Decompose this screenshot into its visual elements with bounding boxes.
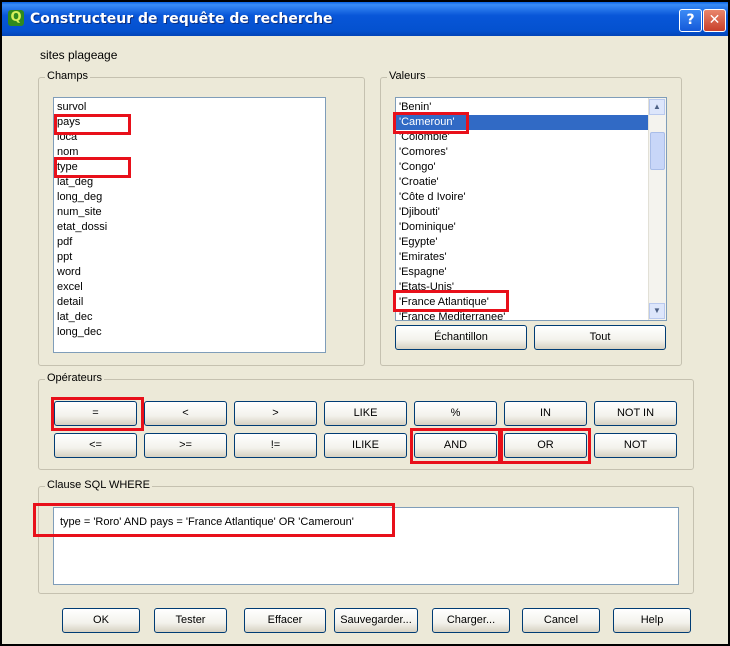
operator-like-button[interactable]: LIKE [324,401,407,426]
operator-equals-button[interactable]: = [54,401,137,426]
operator-less-than-button[interactable]: < [144,401,227,426]
layer-name-label: sites plageage [40,48,118,62]
load-button[interactable]: Charger... [432,608,510,633]
help-button[interactable]: Help [613,608,691,633]
list-item[interactable]: long_deg [54,190,325,205]
operators-legend: Opérateurs [45,372,105,384]
list-item[interactable]: 'France Atlantique' [396,295,649,310]
sql-where-textarea[interactable]: type = 'Roro' AND pays = 'France Atlanti… [53,507,679,585]
ok-button[interactable]: OK [62,608,140,633]
scroll-up-icon[interactable]: ▲ [649,99,665,115]
qgis-app-icon: Q [8,10,24,26]
operator-not-button[interactable]: NOT [594,433,677,458]
list-item[interactable]: nom [54,145,325,160]
operator-less-equal-button[interactable]: <= [54,433,137,458]
test-button[interactable]: Tester [154,608,227,633]
list-item[interactable]: 'Espagne' [396,265,649,280]
list-item[interactable]: detail [54,295,325,310]
list-item[interactable]: 'Egypte' [396,235,649,250]
list-item[interactable]: pdf [54,235,325,250]
operator-greater-equal-button[interactable]: >= [144,433,227,458]
operator-not-in-button[interactable]: NOT IN [594,401,677,426]
list-item[interactable]: 'Comores' [396,145,649,160]
values-list[interactable]: 'Benin' 'Cameroun' 'Colombie' 'Comores' … [395,97,667,321]
fields-list[interactable]: survol pays loca nom type lat_deg long_d… [53,97,326,353]
window-title: Constructeur de requête de recherche [30,11,333,27]
list-item[interactable]: long_dec [54,325,325,340]
list-item[interactable]: 'Côte d Ivoire' [396,190,649,205]
sample-button[interactable]: Échantillon [395,325,527,350]
list-item[interactable]: etat_dossi [54,220,325,235]
operator-percent-button[interactable]: % [414,401,497,426]
sql-where-legend: Clause SQL WHERE [45,479,152,491]
list-item[interactable]: excel [54,280,325,295]
list-item[interactable]: lat_dec [54,310,325,325]
operator-and-button[interactable]: AND [414,433,497,458]
scroll-down-icon[interactable]: ▼ [649,303,665,319]
list-item[interactable]: 'Emirates' [396,250,649,265]
sql-where-text: type = 'Roro' AND pays = 'France Atlanti… [60,516,354,528]
operator-or-button[interactable]: OR [504,433,587,458]
save-button[interactable]: Sauvegarder... [334,608,418,633]
list-item[interactable]: 'Djibouti' [396,205,649,220]
operator-ilike-button[interactable]: ILIKE [324,433,407,458]
list-item[interactable]: 'Benin' [396,100,649,115]
list-item-selected[interactable]: 'Cameroun' [396,115,649,130]
list-item[interactable]: loca [54,130,325,145]
list-item[interactable]: 'Dominique' [396,220,649,235]
list-item[interactable]: 'Congo' [396,160,649,175]
scroll-thumb[interactable] [650,132,665,170]
list-item[interactable]: survol [54,100,325,115]
close-title-button[interactable]: ✕ [703,9,726,32]
operator-not-equal-button[interactable]: != [234,433,317,458]
values-legend: Valeurs [387,70,428,82]
list-item[interactable]: 'Etats-Unis' [396,280,649,295]
list-item[interactable]: lat_deg [54,175,325,190]
list-item[interactable]: num_site [54,205,325,220]
list-item[interactable]: 'Croatie' [396,175,649,190]
all-button[interactable]: Tout [534,325,666,350]
operator-in-button[interactable]: IN [504,401,587,426]
operator-greater-than-button[interactable]: > [234,401,317,426]
title-bar[interactable]: Q Constructeur de requête de recherche ?… [2,2,728,36]
list-item[interactable]: 'France Mediterranee' [396,310,649,320]
fields-legend: Champs [45,70,90,82]
values-scrollbar[interactable]: ▲ ▼ [648,98,666,320]
clear-button[interactable]: Effacer [244,608,326,633]
help-title-button[interactable]: ? [679,9,702,32]
list-item[interactable]: ppt [54,250,325,265]
list-item[interactable]: 'Colombie' [396,130,649,145]
list-item[interactable]: pays [54,115,325,130]
query-builder-dialog: Q Constructeur de requête de recherche ?… [0,0,730,646]
list-item[interactable]: word [54,265,325,280]
list-item[interactable]: type [54,160,325,175]
cancel-button[interactable]: Cancel [522,608,600,633]
